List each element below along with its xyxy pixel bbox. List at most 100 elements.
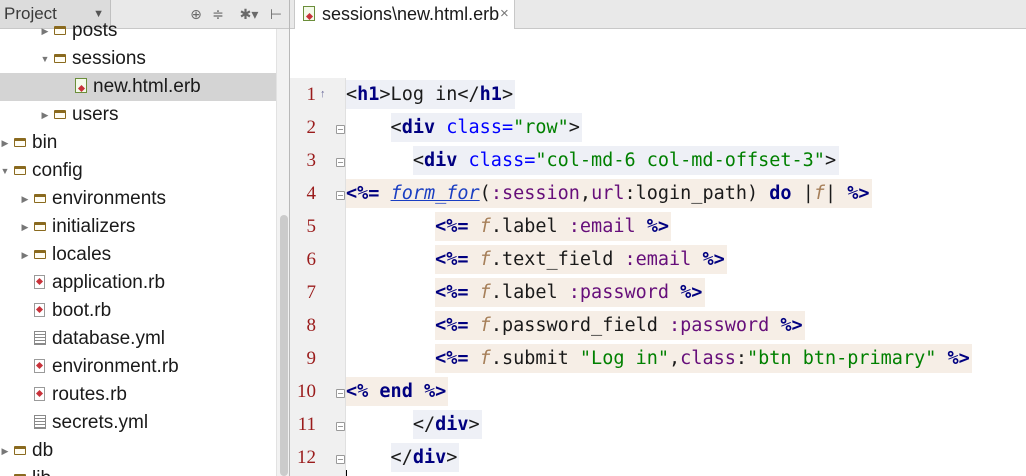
code-token: <%=	[435, 315, 480, 336]
tree-item[interactable]: ▶ users	[0, 101, 276, 129]
line-number[interactable]: 12	[290, 441, 316, 474]
chevron-right-icon[interactable]: ▶	[0, 129, 10, 157]
code-line[interactable]: </div>	[346, 441, 458, 474]
chevron-right-icon[interactable]: ▶	[40, 101, 50, 129]
chevron-right-icon[interactable]: ▶	[0, 465, 10, 476]
code-token: %>	[646, 216, 670, 237]
editor-tab[interactable]: sessions\new.html.erb ×	[294, 0, 515, 29]
chevron-right-icon[interactable]: ▶	[20, 213, 30, 241]
tree-item[interactable]: ▶ initializers	[0, 213, 276, 241]
line-number[interactable]: 7	[290, 276, 317, 309]
tree-item[interactable]: routes.rb	[0, 381, 276, 409]
tree-item[interactable]: ▶ posts	[0, 17, 276, 45]
tree-item-label: lib	[32, 465, 51, 476]
line-number[interactable]: 4	[290, 177, 317, 210]
fold-icon[interactable]	[336, 125, 345, 134]
folder-icon	[34, 194, 46, 203]
code-token: <	[346, 84, 358, 105]
code-token: div	[412, 447, 447, 468]
tree-item-label: new.html.erb	[93, 76, 201, 97]
code-line[interactable]: <div class="row">	[346, 111, 580, 144]
tree-item-label: posts	[72, 20, 118, 41]
folder-icon	[14, 138, 26, 147]
line-number[interactable]: 10	[290, 375, 316, 408]
yml-file-icon	[34, 331, 46, 345]
yml-file-icon	[34, 415, 46, 429]
code-token: |	[824, 183, 848, 204]
chevron-right-icon[interactable]: ▶	[40, 17, 50, 45]
code-line[interactable]: <%= form_for(:session,url:login_path) do…	[346, 177, 870, 210]
code-token: ,	[669, 348, 681, 369]
chevron-right-icon[interactable]: ▶	[20, 185, 30, 213]
code-line[interactable]: <%= f.text_field :email %>	[346, 243, 725, 276]
chevron-right-icon[interactable]: ▶	[20, 241, 30, 269]
code-line[interactable]: <h1>Log in</h1>	[346, 78, 513, 111]
code-token: :login_path)	[624, 183, 770, 204]
editor-tab-bar: sessions\new.html.erb ×	[290, 0, 1026, 29]
code-token: <	[346, 150, 424, 171]
code-line[interactable]: <%= f.submit "Log in",class:"btn btn-pri…	[346, 342, 970, 375]
code-line[interactable]: </div>	[346, 408, 480, 441]
close-icon[interactable]: ×	[500, 0, 509, 28]
tree-item[interactable]: ▶ bin	[0, 129, 276, 157]
code-line[interactable]: <%= f.password_field :password %>	[346, 309, 803, 342]
code-token: class=	[446, 117, 514, 138]
code-token: f	[479, 315, 491, 336]
code-token: %>	[936, 348, 970, 369]
code-line[interactable]: <div class="col-md-6 col-md-offset-3">	[346, 144, 836, 177]
code-line[interactable]: <%= f.label :password %>	[346, 276, 702, 309]
line-number[interactable]: 11	[290, 408, 316, 441]
line-number[interactable]: 3	[290, 144, 317, 177]
code-token: ,	[579, 183, 592, 204]
code-line[interactable]: <% end %>	[346, 375, 446, 408]
project-tree-scrollbar[interactable]	[276, 29, 290, 476]
tree-item[interactable]: ▼ sessions	[0, 45, 276, 73]
scrollbar-thumb[interactable]	[280, 215, 288, 476]
tree-item[interactable]: boot.rb	[0, 297, 276, 325]
line-number[interactable]: 6	[290, 243, 317, 276]
tree-item[interactable]: ▶ lib	[0, 465, 276, 476]
override-marker-icon[interactable]: ↑	[320, 88, 326, 100]
code-token: div	[401, 117, 447, 138]
text-caret	[346, 470, 347, 476]
chevron-down-icon[interactable]: ▼	[40, 45, 50, 73]
chevron-right-icon[interactable]: ▶	[0, 437, 10, 465]
tree-item[interactable]: ▼ config	[0, 157, 276, 185]
tree-item-label: database.yml	[52, 328, 166, 349]
code-token: class=	[468, 150, 536, 171]
folder-icon	[14, 446, 26, 455]
tree-item[interactable]: environment.rb	[0, 353, 276, 381]
fold-icon[interactable]	[336, 422, 345, 431]
code-token: <%	[346, 381, 380, 402]
project-panel: Project ▼ ⊕ ≑ ✱▾ ⊢ ▶ posts ▼ sessions new.ht…	[0, 0, 290, 476]
code-token: .label	[490, 282, 569, 303]
tree-item[interactable]: ▶ environments	[0, 185, 276, 213]
line-number[interactable]: 2	[290, 111, 317, 144]
tree-item[interactable]: new.html.erb	[0, 73, 276, 101]
tree-item[interactable]: application.rb	[0, 269, 276, 297]
tree-item[interactable]: database.yml	[0, 325, 276, 353]
line-number[interactable]: 8	[290, 309, 317, 342]
folder-icon	[34, 250, 46, 259]
fold-icon[interactable]	[336, 158, 345, 167]
line-number[interactable]: 5	[290, 210, 317, 243]
code-token: %>	[780, 315, 803, 336]
tree-item[interactable]: secrets.yml	[0, 409, 276, 437]
line-number[interactable]: 1	[290, 78, 317, 111]
chevron-down-icon[interactable]: ▼	[0, 157, 10, 185]
folder-icon	[14, 166, 26, 175]
code-token: f	[479, 282, 491, 303]
code-token: </	[346, 414, 436, 435]
code-token: div	[435, 414, 469, 435]
fold-icon[interactable]	[336, 191, 345, 200]
code-token: .submit	[490, 348, 580, 369]
line-number[interactable]: 9	[290, 342, 317, 375]
tree-item[interactable]: ▶ locales	[0, 241, 276, 269]
tree-item[interactable]: ▶ db	[0, 437, 276, 465]
code-token: >Log in</	[379, 84, 480, 105]
fold-icon[interactable]	[336, 455, 345, 464]
code-line[interactable]: <%= f.label :email %>	[346, 210, 669, 243]
fold-icon[interactable]	[336, 389, 345, 398]
